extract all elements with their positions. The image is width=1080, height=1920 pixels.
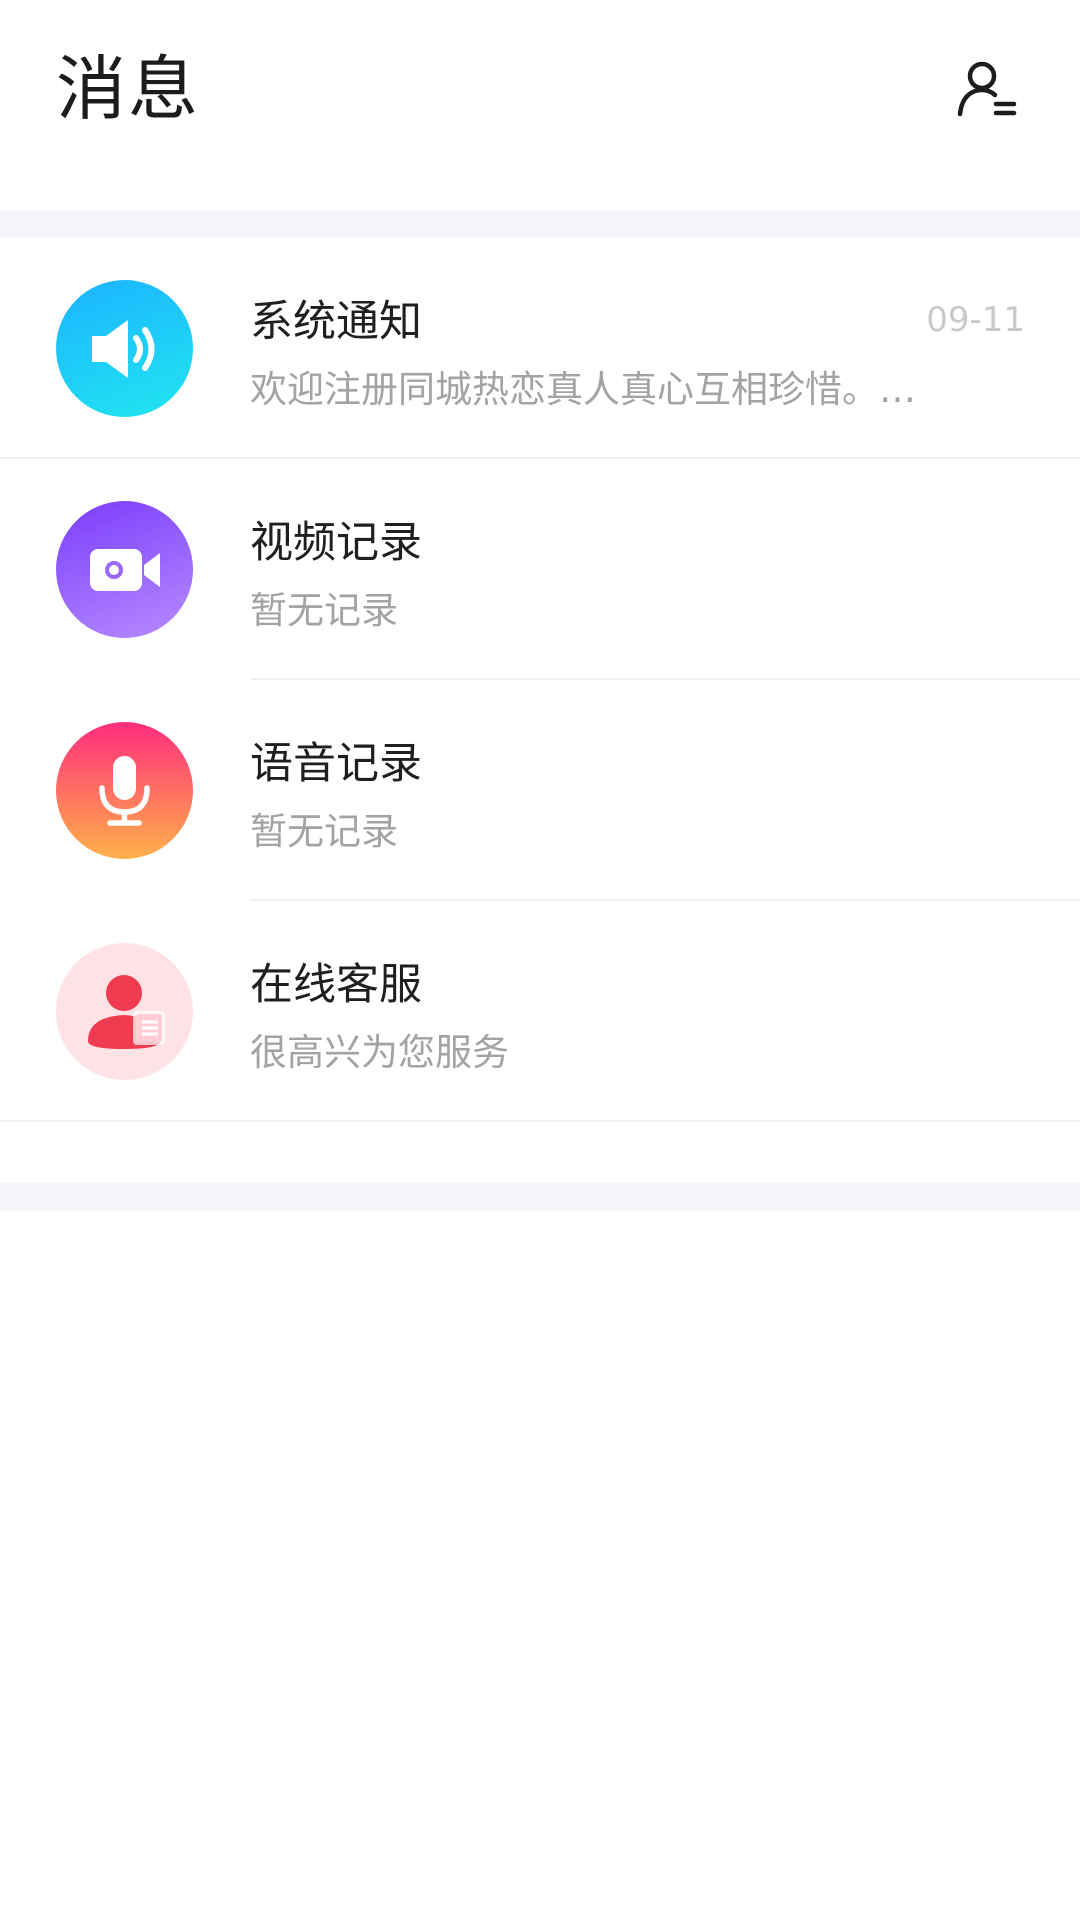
- section-separator: [0, 1183, 1080, 1211]
- section-separator: [0, 210, 1080, 238]
- item-title: 系统通知: [250, 297, 422, 347]
- list-item-voice-records[interactable]: 语音记录 暂无记录: [0, 680, 1080, 901]
- video-camera-icon: [56, 501, 193, 638]
- item-subtitle: 欢迎注册同城热恋真人真心互相珍惜。…: [250, 368, 916, 411]
- header: 消息: [0, 0, 1080, 210]
- speaker-icon: [56, 280, 193, 417]
- page-title: 消息: [56, 48, 200, 130]
- item-subtitle: 暂无记录: [250, 810, 398, 853]
- item-time: 09-11: [926, 300, 1025, 340]
- item-title: 在线客服: [250, 960, 422, 1010]
- message-list: 系统通知 09-11 欢迎注册同城热恋真人真心互相珍惜。… 视频记录 暂无记录: [0, 238, 1080, 1122]
- customer-service-icon: [56, 943, 193, 1080]
- divider: [0, 1120, 1080, 1122]
- item-subtitle: 暂无记录: [250, 589, 398, 632]
- item-subtitle: 很高兴为您服务: [250, 1031, 509, 1074]
- messages-page: 消息 系统通知 09-11 欢迎注册同城热恋真人真心互相珍惜。… 视频记录 暂无…: [0, 0, 1080, 1920]
- microphone-icon: [56, 722, 193, 859]
- person-list-icon[interactable]: [954, 56, 1020, 122]
- list-item-customer-service[interactable]: 在线客服 很高兴为您服务: [0, 901, 1080, 1122]
- list-item-system-notice[interactable]: 系统通知 09-11 欢迎注册同城热恋真人真心互相珍惜。…: [0, 238, 1080, 459]
- item-title: 视频记录: [250, 518, 422, 568]
- list-item-video-records[interactable]: 视频记录 暂无记录: [0, 459, 1080, 680]
- item-title: 语音记录: [250, 739, 422, 789]
